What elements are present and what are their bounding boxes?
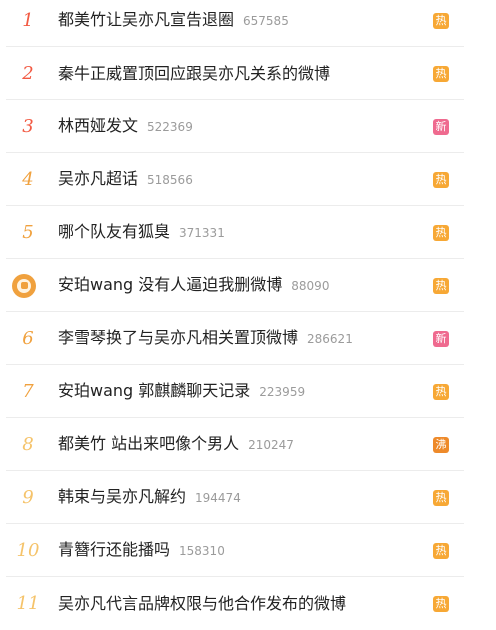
heat-count: 194474 — [195, 491, 241, 505]
hot-badge: 热 — [433, 224, 449, 241]
heat-count: 518566 — [147, 173, 193, 187]
rank-number: 2 — [22, 62, 34, 84]
topic-title[interactable]: 都美竹 站出来吧像个男人 — [58, 434, 239, 453]
list-item[interactable]: 8 都美竹 站出来吧像个男人 210247 沸 — [0, 418, 496, 471]
heat-count: 286621 — [307, 332, 353, 346]
heat-count: 210247 — [248, 438, 294, 452]
topic-title[interactable]: 吴亦凡超话 — [58, 169, 138, 188]
heat-count: 522369 — [147, 120, 193, 134]
boil-badge: 沸 — [433, 436, 449, 453]
rank-number: 4 — [22, 168, 34, 190]
hot-badge: 热 — [433, 542, 449, 559]
topic-title[interactable]: 哪个队友有狐臭 — [58, 222, 170, 241]
hot-badge: 热 — [433, 383, 449, 400]
list-item[interactable]: 6 李雪琴换了与吴亦凡相关置顶微博 286621 新 — [0, 312, 496, 365]
rank-number: 1 — [22, 9, 34, 31]
hot-badge: 热 — [433, 65, 449, 82]
hot-badge: 热 — [433, 12, 449, 29]
topic-title[interactable]: 李雪琴换了与吴亦凡相关置顶微博 — [58, 328, 298, 347]
topic-title[interactable]: 韩束与吴亦凡解约 — [58, 487, 186, 506]
rank-number: 11 — [16, 592, 40, 614]
heat-count: 371331 — [179, 226, 225, 240]
rank-number: 5 — [22, 221, 34, 243]
heat-count: 657585 — [243, 14, 289, 28]
rank-number: 6 — [22, 327, 34, 349]
new-badge: 新 — [433, 330, 449, 347]
list-item-promoted[interactable]: 安珀wang 没有人逼迫我删微博 88090 热 — [0, 259, 496, 312]
topic-title[interactable]: 吴亦凡代言品牌权限与他合作发布的微博 — [58, 594, 346, 613]
rank-number: 7 — [22, 380, 34, 402]
hot-badge: 热 — [433, 171, 449, 188]
heat-count: 88090 — [291, 279, 330, 293]
list-item[interactable]: 9 韩束与吴亦凡解约 194474 热 — [0, 471, 496, 524]
hot-badge: 热 — [433, 489, 449, 506]
topic-title[interactable]: 安珀wang 没有人逼迫我删微博 — [58, 275, 282, 294]
rank-number: 8 — [22, 433, 34, 455]
hot-badge: 热 — [433, 595, 449, 612]
topic-title[interactable]: 安珀wang 郭麒麟聊天记录 — [58, 381, 250, 400]
list-item[interactable]: 3 林西娅发文 522369 新 — [0, 100, 496, 153]
list-item[interactable]: 5 哪个队友有狐臭 371331 热 — [0, 206, 496, 259]
hot-search-list: 1 都美竹让吴亦凡宣告退圈 657585 热 2 秦牛正威置顶回应跟吴亦凡关系的微… — [0, 0, 496, 630]
list-item[interactable]: 11 吴亦凡代言品牌权限与他合作发布的微博 热 — [0, 577, 496, 630]
rank-number: 9 — [22, 486, 34, 508]
promoted-pin-icon — [12, 273, 36, 298]
list-item[interactable]: 10 青簪行还能播吗 158310 热 — [0, 524, 496, 577]
rank-number: 10 — [16, 539, 40, 561]
list-item[interactable]: 1 都美竹让吴亦凡宣告退圈 657585 热 — [0, 0, 496, 47]
new-badge: 新 — [433, 118, 449, 135]
topic-title[interactable]: 秦牛正威置顶回应跟吴亦凡关系的微博 — [58, 64, 330, 83]
rank-number: 3 — [22, 115, 34, 137]
topic-title[interactable]: 林西娅发文 — [58, 116, 138, 135]
list-item[interactable]: 7 安珀wang 郭麒麟聊天记录 223959 热 — [0, 365, 496, 418]
heat-count: 158310 — [179, 544, 225, 558]
topic-title[interactable]: 都美竹让吴亦凡宣告退圈 — [58, 10, 234, 29]
list-item[interactable]: 2 秦牛正威置顶回应跟吴亦凡关系的微博 热 — [0, 47, 496, 100]
heat-count: 223959 — [259, 385, 306, 399]
list-item[interactable]: 4 吴亦凡超话 518566 热 — [0, 153, 496, 206]
hot-badge: 热 — [433, 277, 449, 294]
topic-title[interactable]: 青簪行还能播吗 — [58, 540, 170, 559]
